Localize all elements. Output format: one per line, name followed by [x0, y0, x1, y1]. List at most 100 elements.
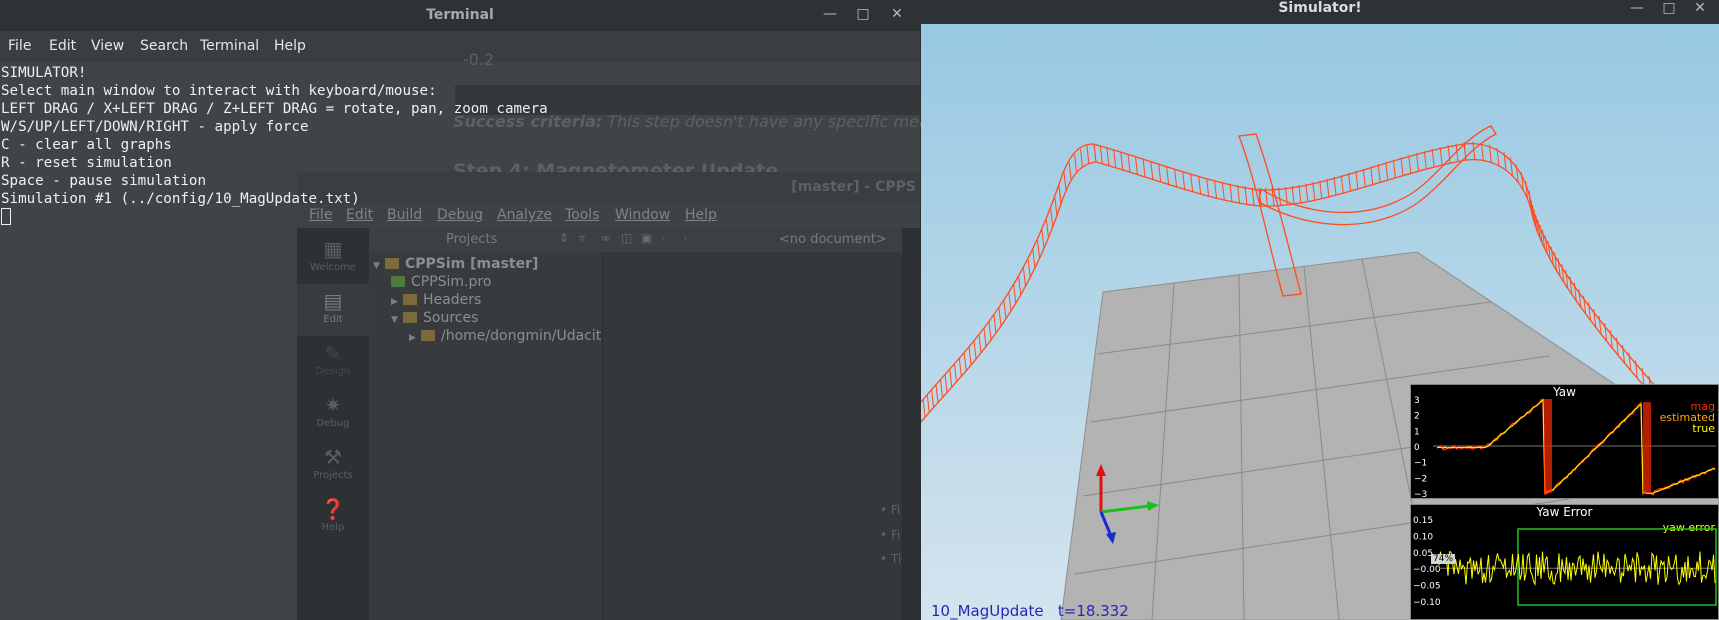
folder-icon	[403, 312, 417, 323]
qt-mode-selector: ▦ Welcome ▤ Edit ✎ Design ✷ Debug ⚒ Proj…	[297, 228, 369, 620]
editor-area[interactable]	[603, 252, 903, 620]
project-icon	[385, 258, 399, 269]
mode-edit-label: Edit	[323, 314, 343, 325]
filter-icon[interactable]: ▿	[579, 231, 585, 245]
terminal-line: SIMULATOR!	[1, 65, 87, 81]
qt-menu-tools[interactable]: Tools	[565, 207, 600, 223]
threshold-marker-label: 74%	[1431, 554, 1456, 564]
project-tree: ▼ CPPSim [master] CPPSim.pro ▶ Headers ▼ So…	[369, 252, 603, 620]
terminal-output[interactable]: SIMULATOR! Select main window to interac…	[1, 64, 548, 227]
pro-file-icon	[391, 276, 405, 287]
simulator-title: Simulator!	[1278, 0, 1362, 16]
yaw-error-tick-label: 0.15	[1413, 516, 1433, 526]
mode-help[interactable]: ❓ Help	[297, 492, 369, 544]
chevron-updown-icon[interactable]: ⇕	[559, 231, 569, 245]
tree-node-pro[interactable]: CPPSim.pro	[391, 274, 491, 290]
back-icon[interactable]: ‹	[661, 231, 666, 245]
terminal-menubar: File Edit View Search Terminal Help	[0, 31, 920, 62]
menu-edit[interactable]: Edit	[49, 38, 76, 54]
menu-file[interactable]: File	[8, 38, 31, 54]
terminal-line: R - reset simulation	[1, 155, 172, 171]
yaw-tick-label: 2	[1414, 412, 1420, 422]
simulator-titlebar[interactable]: Simulator! — □ ✕	[921, 0, 1719, 24]
qtcreator-title: [master] - CPPS	[791, 179, 916, 195]
document-combo[interactable]: <no document>	[779, 232, 887, 247]
split-icon[interactable]: ◫	[621, 231, 632, 245]
tree-headers-label: Headers	[423, 292, 482, 308]
projects-combo[interactable]: Projects	[446, 232, 497, 247]
tree-root-label: CPPSim [master]	[405, 256, 539, 272]
yaw-tick-label: −2	[1414, 474, 1427, 484]
yaw-wrap-spike	[1643, 402, 1651, 493]
mode-design-label: Design	[315, 366, 351, 377]
qt-menu-help[interactable]: Help	[685, 207, 717, 223]
folder-icon	[403, 294, 417, 305]
chevron-right-icon[interactable]: ▶	[391, 297, 403, 307]
mode-projects-label: Projects	[313, 470, 353, 481]
terminal-line: Select main window to interact with keyb…	[1, 83, 437, 99]
yaw-series-estimated	[1436, 398, 1716, 495]
menu-view[interactable]: View	[91, 38, 124, 54]
ghost-bullet-1: • Fi	[880, 503, 901, 517]
forward-icon[interactable]: ›	[683, 231, 688, 245]
mode-welcome-label: Welcome	[310, 262, 356, 273]
design-icon: ✎	[324, 341, 342, 365]
yaw-tick-label: −3	[1414, 490, 1427, 498]
ghost-bullet-3: • Ti	[880, 552, 902, 566]
mode-welcome[interactable]: ▦ Welcome	[297, 232, 369, 284]
terminal-window[interactable]: Terminal — □ ✕ File Edit View Search Ter…	[0, 0, 988, 620]
yaw-error-tick-label: −0.10	[1413, 598, 1441, 608]
yaw-error-tick-label: −0.05	[1413, 582, 1441, 592]
yaw-plot[interactable]: Yaw mag estimated true 3 2 1 0 −1 −2 −3	[1410, 384, 1719, 499]
tree-node-headers[interactable]: ▶ Headers	[391, 292, 481, 308]
ghost-bullet-2: • Fi	[880, 528, 901, 542]
yaw-tick-label: 3	[1414, 396, 1420, 406]
yaw-tick-label: 0	[1414, 443, 1420, 453]
tree-node-root[interactable]: ▼ CPPSim [master]	[373, 256, 538, 272]
close-icon[interactable]: ✕	[1692, 0, 1708, 16]
maximize-icon[interactable]: □	[1661, 0, 1677, 16]
tree-node-path[interactable]: ▶ /home/dongmin/Udacit	[409, 328, 601, 344]
mode-edit[interactable]: ▤ Edit	[297, 284, 369, 336]
menu-help[interactable]: Help	[274, 38, 306, 54]
scrollbar[interactable]	[902, 228, 920, 620]
simulator-window[interactable]: Simulator! — □ ✕ 10_MagUpdate t=18.332 Y…	[921, 0, 1719, 620]
grid-icon: ▦	[323, 237, 343, 261]
mode-debug-label: Debug	[316, 418, 350, 429]
yaw-error-tick-label: 0.10	[1413, 532, 1433, 542]
qtcreator-window: [master] - CPPS File Edit Build Debug An…	[297, 172, 920, 620]
tree-path-label: /home/dongmin/Udacit	[441, 328, 602, 344]
close-sidebar-icon[interactable]: ▣	[641, 231, 652, 245]
chevron-down-icon[interactable]: ▼	[391, 315, 403, 325]
yaw-error-tick-label: −0.00	[1413, 565, 1441, 575]
terminal-cursor	[1, 208, 11, 225]
qt-menu-window[interactable]: Window	[615, 207, 670, 223]
folder-icon	[421, 330, 435, 341]
mode-design[interactable]: ✎ Design	[297, 336, 369, 388]
sim-time: t=18.332	[1057, 602, 1129, 620]
help-icon: ❓	[320, 497, 346, 521]
tree-sources-label: Sources	[423, 310, 479, 326]
link-icon[interactable]: ∞	[601, 231, 611, 245]
bug-icon: ✷	[324, 393, 342, 417]
minimize-icon[interactable]: —	[822, 6, 838, 22]
menu-terminal[interactable]: Terminal	[200, 38, 259, 54]
terminal-titlebar[interactable]: Terminal — □ ✕	[0, 0, 920, 31]
close-icon[interactable]: ✕	[889, 6, 905, 22]
scenario-name: 10_MagUpdate	[931, 602, 1044, 620]
yaw-wrap-spike	[1544, 399, 1552, 493]
yaw-error-plot[interactable]: Yaw Error yaw error 0.15 0.10 0.05 −0.00 −0.…	[1410, 504, 1719, 620]
maximize-icon[interactable]: □	[855, 6, 871, 22]
mode-projects[interactable]: ⚒ Projects	[297, 440, 369, 492]
chevron-down-icon[interactable]: ▼	[373, 261, 385, 271]
yaw-plot-canvas: 3 2 1 0 −1 −2 −3	[1414, 396, 1716, 498]
mode-debug[interactable]: ✷ Debug	[297, 388, 369, 440]
chevron-right-icon[interactable]: ▶	[409, 333, 421, 343]
projects-header: Projects ⇕ ▿ ∞ ◫ ▣ ‹ › <no document>	[369, 228, 902, 252]
tree-node-sources[interactable]: ▼ Sources	[391, 310, 478, 326]
yaw-error-plot-canvas: 0.150.100.05−0.00−0.05−0.10	[1413, 516, 1717, 608]
minimize-icon[interactable]: —	[1629, 0, 1645, 16]
terminal-line: W/S/UP/LEFT/DOWN/RIGHT - apply force	[1, 119, 309, 135]
menu-search[interactable]: Search	[140, 38, 188, 54]
tree-pro-label: CPPSim.pro	[411, 274, 492, 290]
